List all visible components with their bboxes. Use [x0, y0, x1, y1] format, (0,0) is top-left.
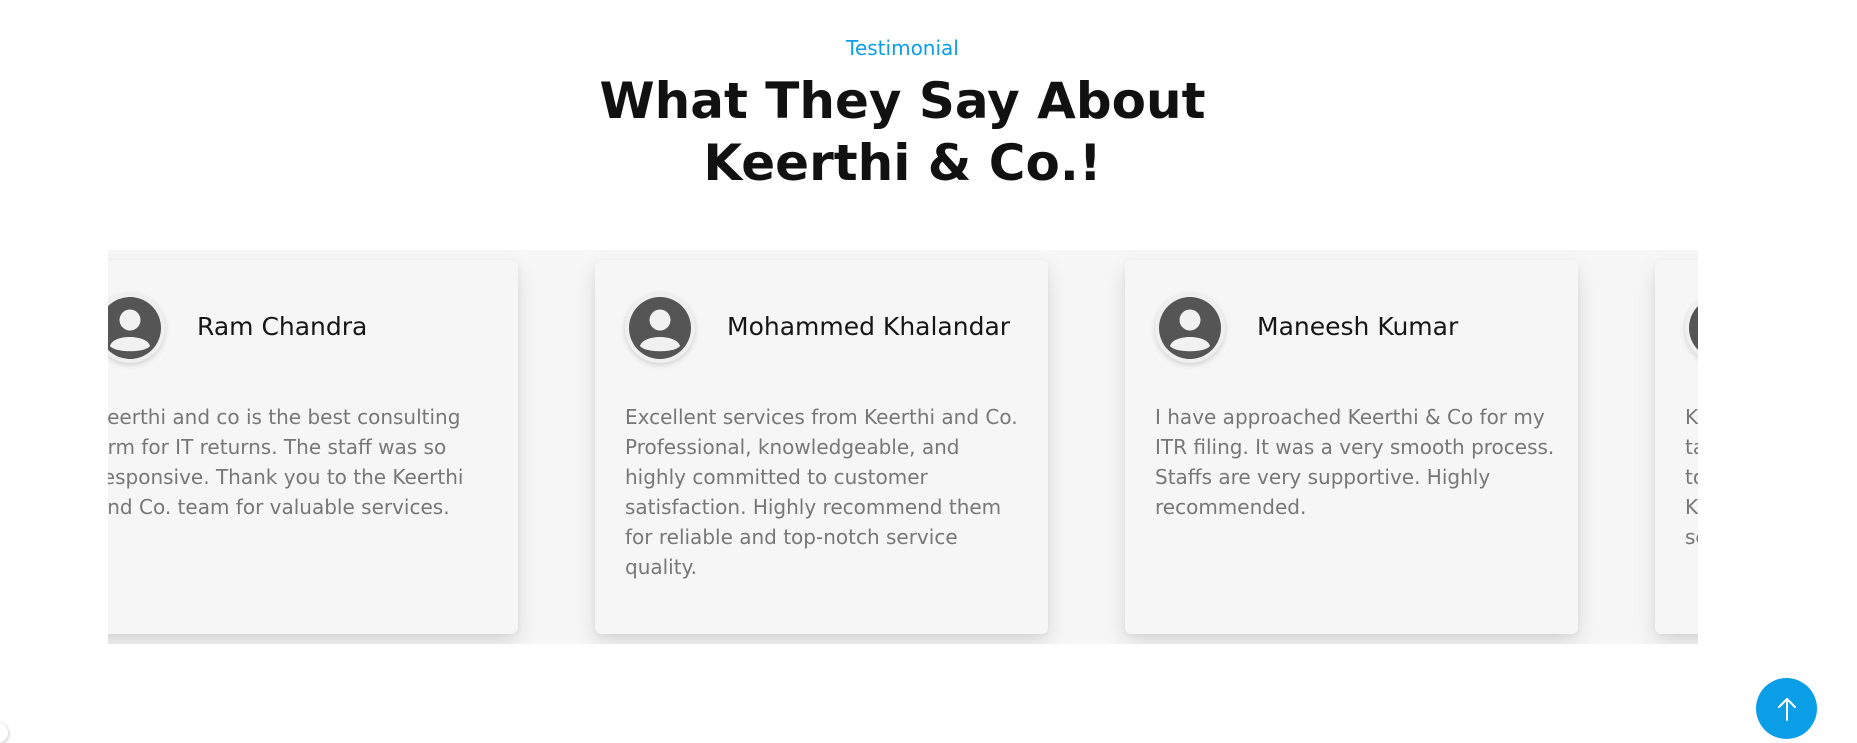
user-avatar-icon: [625, 293, 695, 363]
testimonial-author: Mohammed Khalandar: [727, 312, 1011, 341]
section-eyebrow: Testimonial: [846, 36, 959, 60]
title-line-1: What They Say About: [599, 72, 1206, 130]
arrow-up-icon: [1777, 697, 1796, 721]
testimonial-card: Mohammed Khalandar Excellent services fr…: [595, 260, 1048, 634]
testimonial-card: K ta to K se: [1655, 260, 1698, 634]
user-avatar-icon: [1685, 293, 1698, 363]
title-line-2: Keerthi & Co.!: [703, 134, 1102, 192]
user-avatar-icon: [108, 293, 165, 363]
back-to-top-button[interactable]: [1756, 678, 1817, 739]
testimonial-author: Maneesh Kumar: [1257, 312, 1459, 341]
testimonial-card: Maneesh Kumar I have approached Keerthi …: [1125, 260, 1578, 634]
testimonial-text: Excellent services from Keerthi and Co. …: [625, 405, 1018, 579]
user-avatar-icon: [1155, 293, 1225, 363]
testimonial-carousel[interactable]: Ram Chandra Keerthi and co is the best c…: [108, 250, 1698, 644]
testimonial-author: Ram Chandra: [197, 312, 368, 341]
testimonial-card: Ram Chandra Keerthi and co is the best c…: [108, 260, 518, 634]
testimonial-text: I have approached Keerthi & Co for my IT…: [1155, 405, 1555, 519]
testimonial-text: K ta to K se: [1685, 405, 1698, 549]
section-title: What They Say About Keerthi & Co.!: [0, 70, 1805, 194]
chat-widget-edge[interactable]: [0, 723, 8, 743]
testimonial-text: Keerthi and co is the best consulting fi…: [108, 405, 464, 519]
